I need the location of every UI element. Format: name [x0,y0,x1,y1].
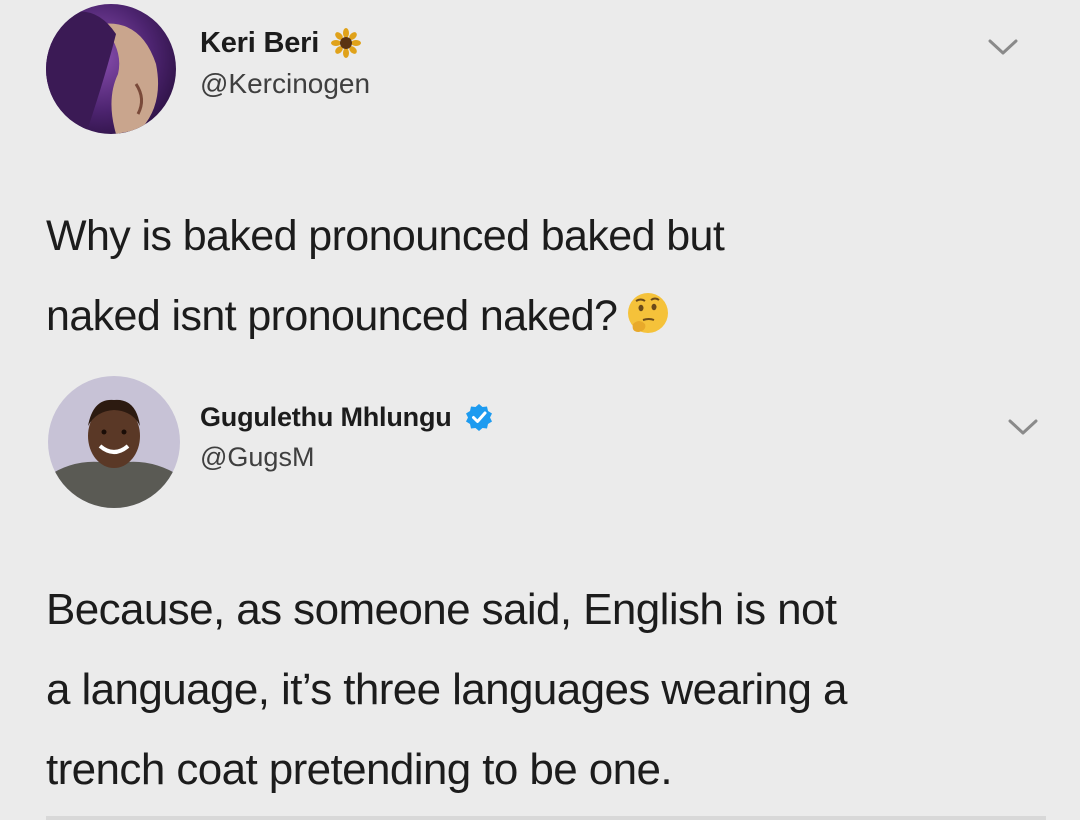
handle[interactable]: @GugsM [200,442,494,473]
tweet-text-line: Why is baked pronounced baked but [46,212,725,260]
chevron-down-icon[interactable] [1006,416,1040,438]
avatar[interactable] [46,4,176,134]
avatar-image [46,4,176,134]
handle[interactable]: @Kercinogen [200,68,370,100]
tweet-reply: Gugulethu Mhlungu @GugsM Because, as som… [0,372,1080,820]
avatar-image [48,376,180,508]
avatar[interactable] [48,376,180,508]
tweet-text: Why is baked pronounced baked but naked … [46,196,1046,356]
name-row: Keri Beri [200,22,370,64]
name-row: Gugulethu Mhlungu [200,396,494,438]
divider [46,816,1046,820]
tweet-text-segment: naked isnt pronounced naked? [46,292,618,340]
tweet-text-line: a language, it’s three languages wearing… [46,665,847,714]
chevron-down-icon[interactable] [986,36,1020,58]
user-info: Keri Beri @Kercinogen [200,22,370,100]
tweet-text: Because, as someone said, English is not… [46,570,1046,810]
user-info: Gugulethu Mhlungu @GugsM [200,396,494,473]
thinking-face-icon [625,290,671,336]
display-name[interactable]: Keri Beri [200,27,319,60]
tweet-text-line: Because, as someone said, English is not [46,585,837,634]
tweet-original: Keri Beri @Kercinogen Why is baked prono… [0,0,1080,372]
tweet-text-line: trench coat pretending to be one. [46,745,673,794]
verified-badge-icon [464,402,494,432]
sunflower-icon [331,28,362,58]
display-name[interactable]: Gugulethu Mhlungu [200,402,452,433]
tweet-text-line: naked isnt pronounced naked? [46,276,1046,356]
